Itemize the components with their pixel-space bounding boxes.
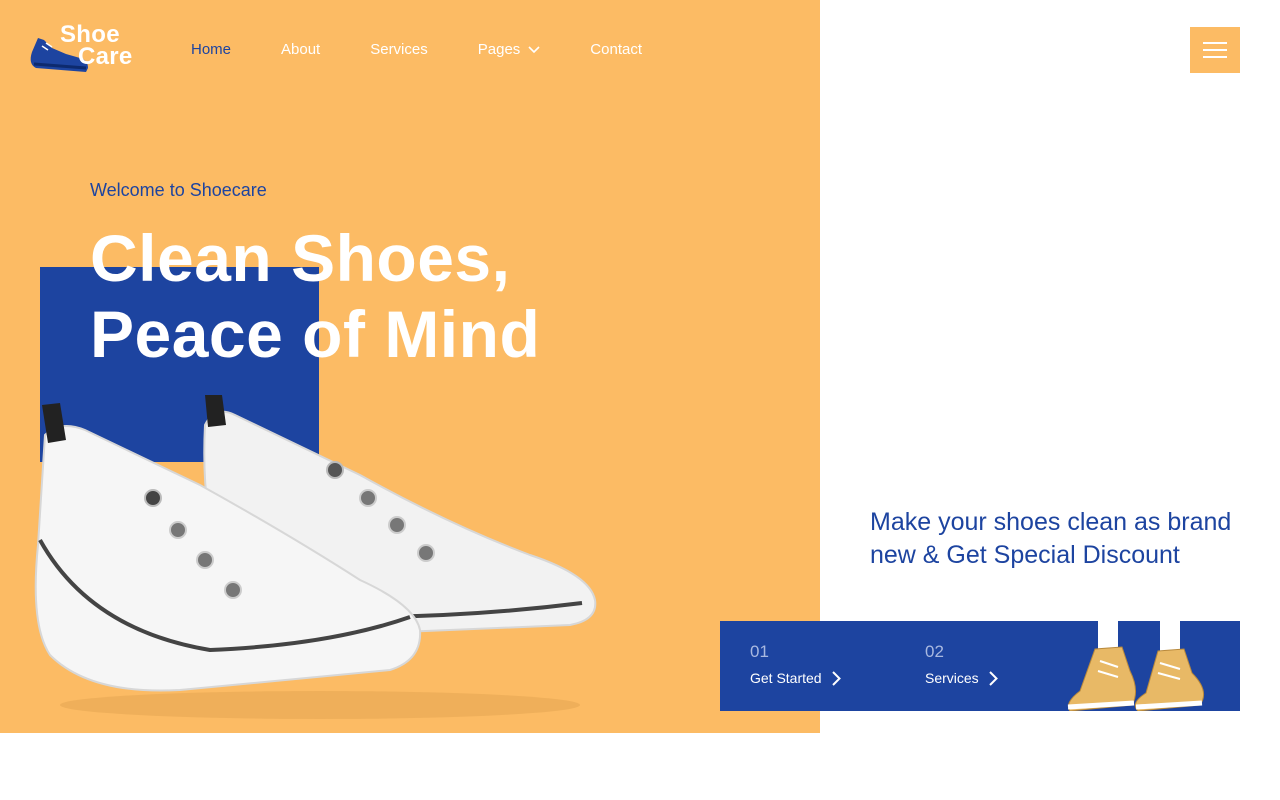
cta-bar: 01 Get Started 02 Services — [720, 621, 1240, 711]
white-sneakers-image — [34, 395, 597, 719]
step-get-started[interactable]: 01 Get Started — [750, 641, 841, 687]
headline-line1: Clean Shoes, — [90, 221, 511, 295]
brand-wordmark: Shoe Care — [60, 23, 133, 70]
nav-services-label: Services — [370, 41, 428, 58]
headline-line2: Peace of Mind — [90, 297, 541, 371]
chevron-right-icon — [831, 670, 841, 686]
get-started-label: Get Started — [750, 670, 822, 686]
chevron-down-icon — [528, 46, 540, 54]
nav-home-label: Home — [191, 41, 232, 58]
step-number: 02 — [925, 642, 944, 661]
nav-services[interactable]: Services — [370, 40, 428, 60]
main-nav: Home About Services Pages Contact — [191, 40, 692, 60]
nav-about-label: About — [281, 41, 321, 58]
services-link[interactable]: Services — [925, 669, 998, 687]
nav-pages[interactable]: Pages — [478, 40, 541, 60]
hamburger-icon — [1203, 42, 1227, 58]
brand-logo[interactable]: Shoe Care — [28, 23, 148, 76]
get-started-link[interactable]: Get Started — [750, 669, 841, 687]
menu-button[interactable] — [1190, 27, 1240, 73]
brand-line2: Care — [78, 43, 133, 70]
sneaker-feet-image — [1067, 621, 1205, 711]
promo-text: Make your shoes clean as brand new & Get… — [870, 508, 1232, 569]
hero-headline: Clean Shoes, Peace of Mind — [90, 220, 540, 372]
nav-about[interactable]: About — [281, 40, 320, 60]
step-number: 01 — [750, 642, 769, 661]
nav-contact[interactable]: Contact — [590, 40, 642, 60]
hero-eyebrow: Welcome to Shoecare — [90, 180, 267, 200]
services-label: Services — [925, 670, 979, 686]
nav-contact-label: Contact — [590, 41, 642, 58]
nav-pages-label: Pages — [477, 41, 521, 58]
nav-home[interactable]: Home — [191, 40, 231, 60]
chevron-right-icon — [988, 670, 998, 686]
step-services[interactable]: 02 Services — [925, 641, 998, 687]
